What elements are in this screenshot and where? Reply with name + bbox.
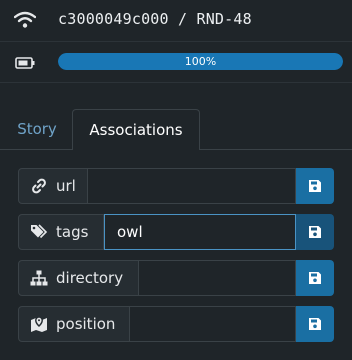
tags-label: tags: [56, 223, 89, 241]
url-save-button[interactable]: [296, 168, 334, 204]
url-addon: url: [18, 168, 88, 204]
tab-bar: Story Associations: [0, 108, 352, 151]
associations-panel: url tags owl directory position: [0, 150, 352, 360]
position-input[interactable]: [130, 306, 296, 342]
save-icon: [309, 272, 321, 284]
directory-addon: directory: [18, 260, 139, 296]
save-icon: [309, 226, 321, 238]
page-title: c3000049c000 / RND-48: [58, 10, 252, 28]
tags-icon: [31, 224, 48, 239]
save-icon: [309, 180, 321, 192]
progress-label: 100%: [184, 55, 217, 68]
directory-field: directory: [18, 260, 334, 296]
position-save-button[interactable]: [296, 306, 334, 342]
directory-label: directory: [56, 269, 124, 287]
url-input[interactable]: [88, 168, 296, 204]
tags-input[interactable]: owl: [104, 214, 296, 250]
url-label: url: [56, 177, 76, 195]
sitemap-icon: [30, 270, 48, 286]
position-label: position: [56, 315, 116, 333]
battery-progress-bar: 100%: [58, 53, 343, 70]
tags-save-button[interactable]: [296, 214, 334, 250]
wifi-icon: [14, 11, 36, 28]
link-icon: [32, 178, 46, 194]
directory-save-button[interactable]: [296, 260, 334, 296]
header-bar: c3000049c000 / RND-48: [0, 0, 352, 42]
tab-associations[interactable]: Associations: [72, 109, 200, 151]
position-field: position: [18, 306, 334, 342]
save-icon: [309, 318, 321, 330]
directory-input[interactable]: [139, 260, 296, 296]
tags-addon: tags: [18, 214, 104, 250]
url-field: url: [18, 168, 334, 204]
tags-field: tags owl: [18, 214, 334, 250]
battery-icon: [15, 57, 35, 69]
position-addon: position: [18, 306, 130, 342]
map-marker-icon: [31, 316, 47, 332]
tab-story[interactable]: Story: [6, 108, 68, 150]
